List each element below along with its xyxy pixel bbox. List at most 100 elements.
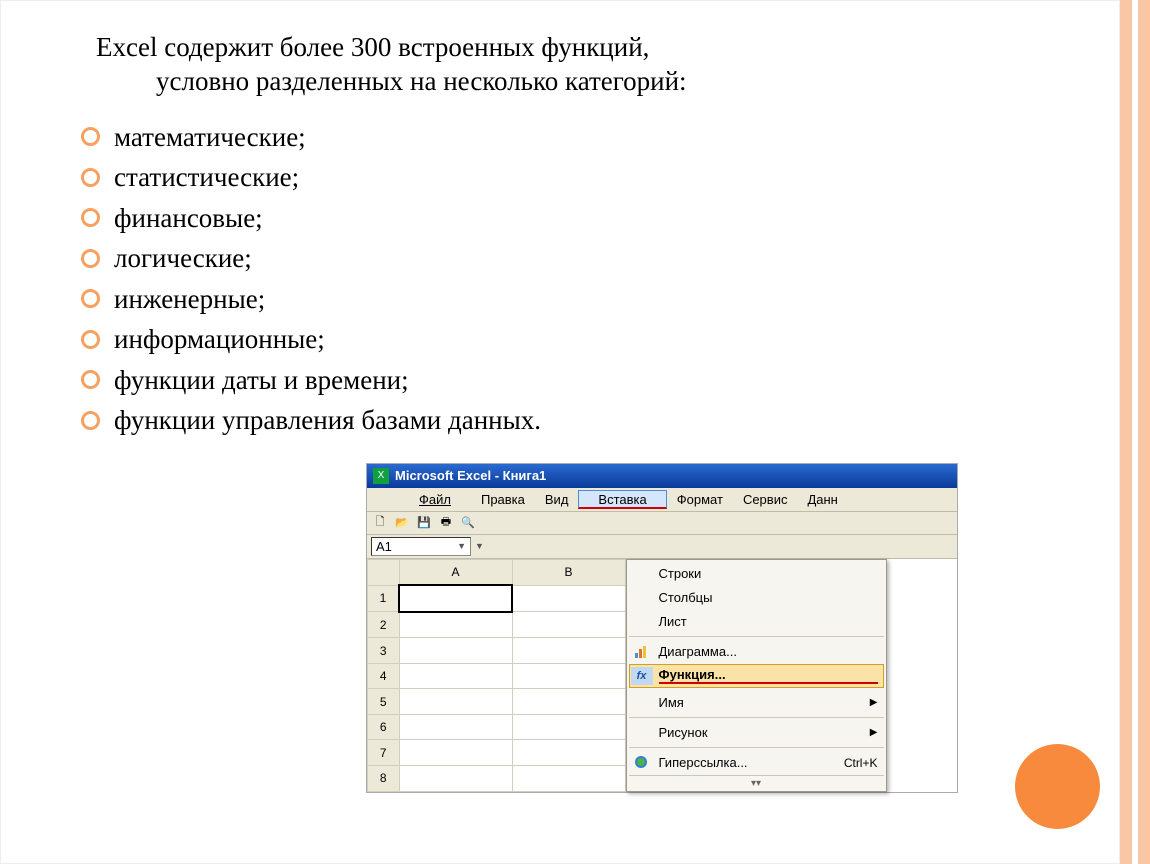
bullet-icon bbox=[81, 370, 100, 389]
menu-label: Столбцы bbox=[659, 590, 878, 605]
cell-a1[interactable] bbox=[399, 585, 512, 612]
menu-item-picture[interactable]: Рисунок ▶ bbox=[629, 721, 884, 748]
menu-label: Лист bbox=[659, 614, 878, 629]
cell[interactable] bbox=[399, 689, 512, 715]
cell[interactable] bbox=[399, 765, 512, 791]
menu-item-hyperlink[interactable]: Гиперссылка... Ctrl+K bbox=[629, 751, 884, 775]
namebox-row: A1 ▼ ▼ bbox=[367, 535, 957, 559]
menu-format[interactable]: Формат bbox=[667, 490, 733, 509]
category-label: логические; bbox=[114, 238, 252, 279]
row-header[interactable]: 4 bbox=[368, 663, 400, 689]
excel-title: Microsoft Excel - Книга1 bbox=[395, 468, 546, 483]
category-label: математические; bbox=[114, 117, 306, 158]
category-label: функции управления базами данных. bbox=[114, 400, 541, 441]
menu-view[interactable]: Вид bbox=[535, 490, 579, 509]
intro-line2: условно разделенных на несколько категор… bbox=[101, 65, 1059, 99]
decorative-circle bbox=[1015, 744, 1100, 829]
submenu-arrow-icon: ▶ bbox=[870, 697, 878, 708]
spreadsheet-area: A B 1 2 3 4 5 6 7 8 Строки Столбц bbox=[367, 559, 957, 792]
menu-expand[interactable]: ▾▾ bbox=[629, 775, 884, 789]
cell[interactable] bbox=[512, 740, 625, 766]
menu-file[interactable]: Файл bbox=[399, 490, 471, 509]
row-header[interactable]: 8 bbox=[368, 765, 400, 791]
menubar: Файл Правка Вид Вставка Формат Сервис Да… bbox=[367, 488, 957, 512]
cell[interactable] bbox=[512, 585, 625, 612]
list-item: финансовые; bbox=[81, 198, 1059, 239]
category-label: функции даты и времени; bbox=[114, 360, 409, 401]
row-header[interactable]: 5 bbox=[368, 689, 400, 715]
menu-label: Имя bbox=[659, 695, 870, 710]
grid: A B 1 2 3 4 5 6 7 8 bbox=[367, 559, 626, 792]
chevron-down-icon: ▾▾ bbox=[751, 778, 761, 789]
row-header[interactable]: 6 bbox=[368, 714, 400, 740]
shortcut-label: Ctrl+K bbox=[844, 756, 878, 770]
cell[interactable] bbox=[399, 714, 512, 740]
col-header-b[interactable]: B bbox=[512, 559, 625, 585]
category-list: математические; статистические; финансов… bbox=[61, 117, 1059, 441]
chart-icon bbox=[631, 643, 653, 661]
cell[interactable] bbox=[399, 638, 512, 664]
menu-item-columns[interactable]: Столбцы bbox=[629, 586, 884, 610]
dropdown-icon[interactable]: ▼ bbox=[475, 541, 484, 551]
menu-data[interactable]: Данн bbox=[797, 490, 847, 509]
blank-icon bbox=[631, 694, 653, 712]
submenu-arrow-icon: ▶ bbox=[870, 727, 878, 738]
row-header[interactable]: 3 bbox=[368, 638, 400, 664]
list-item: инженерные; bbox=[81, 279, 1059, 320]
bullet-icon bbox=[81, 411, 100, 430]
intro-text: Excel содержит более 300 встроенных функ… bbox=[61, 31, 1059, 99]
blank-icon bbox=[631, 613, 653, 631]
col-header-a[interactable]: A bbox=[399, 559, 512, 585]
menu-label: Рисунок bbox=[659, 725, 870, 740]
name-box[interactable]: A1 ▼ bbox=[371, 537, 471, 556]
bullet-icon bbox=[81, 208, 100, 227]
menu-label: Функция... bbox=[659, 667, 878, 684]
insert-menu: Строки Столбцы Лист Диаграмма... bbox=[626, 559, 887, 792]
cell[interactable] bbox=[399, 663, 512, 689]
excel-titlebar: X Microsoft Excel - Книга1 bbox=[367, 464, 957, 488]
menu-edit[interactable]: Правка bbox=[471, 490, 535, 509]
list-item: информационные; bbox=[81, 319, 1059, 360]
toolbar: 🗋 📂 💾 🖶 🔍 bbox=[367, 512, 957, 535]
category-label: статистические; bbox=[114, 157, 299, 198]
select-all-corner[interactable] bbox=[368, 559, 400, 585]
blank-icon bbox=[631, 589, 653, 607]
row-header[interactable]: 2 bbox=[368, 612, 400, 638]
cell[interactable] bbox=[512, 612, 625, 638]
cell[interactable] bbox=[512, 638, 625, 664]
excel-screenshot: X Microsoft Excel - Книга1 Файл Правка В… bbox=[366, 463, 958, 793]
save-icon[interactable]: 💾 bbox=[415, 514, 433, 532]
bullet-icon bbox=[81, 289, 100, 308]
list-item: функции даты и времени; bbox=[81, 360, 1059, 401]
slide: Excel содержит более 300 встроенных функ… bbox=[0, 0, 1120, 864]
list-item: функции управления базами данных. bbox=[81, 400, 1059, 441]
menu-item-function[interactable]: fx Функция... bbox=[629, 664, 884, 688]
category-label: инженерные; bbox=[114, 279, 265, 320]
fx-icon: fx bbox=[631, 667, 653, 685]
menu-item-name[interactable]: Имя ▶ bbox=[629, 691, 884, 718]
print-icon[interactable]: 🖶 bbox=[437, 514, 455, 532]
print-preview-icon[interactable]: 🔍 bbox=[459, 514, 477, 532]
cell[interactable] bbox=[399, 612, 512, 638]
row-header[interactable]: 7 bbox=[368, 740, 400, 766]
menu-insert[interactable]: Вставка bbox=[578, 490, 666, 509]
menu-item-rows[interactable]: Строки bbox=[629, 562, 884, 586]
cell[interactable] bbox=[512, 663, 625, 689]
new-doc-icon[interactable]: 🗋 bbox=[371, 514, 389, 532]
cell[interactable] bbox=[512, 765, 625, 791]
menu-item-chart[interactable]: Диаграмма... bbox=[629, 640, 884, 664]
cell[interactable] bbox=[512, 714, 625, 740]
open-icon[interactable]: 📂 bbox=[393, 514, 411, 532]
menu-item-sheet[interactable]: Лист bbox=[629, 610, 884, 637]
cell[interactable] bbox=[512, 689, 625, 715]
menu-tools[interactable]: Сервис bbox=[733, 490, 798, 509]
cell[interactable] bbox=[399, 740, 512, 766]
category-label: информационные; bbox=[114, 319, 325, 360]
blank-icon bbox=[631, 724, 653, 742]
list-item: статистические; bbox=[81, 157, 1059, 198]
menu-label: Строки bbox=[659, 566, 878, 581]
dropdown-icon[interactable]: ▼ bbox=[457, 541, 466, 551]
intro-line1: Excel содержит более 300 встроенных функ… bbox=[96, 32, 649, 62]
row-header[interactable]: 1 bbox=[368, 585, 400, 612]
list-item: математические; bbox=[81, 117, 1059, 158]
